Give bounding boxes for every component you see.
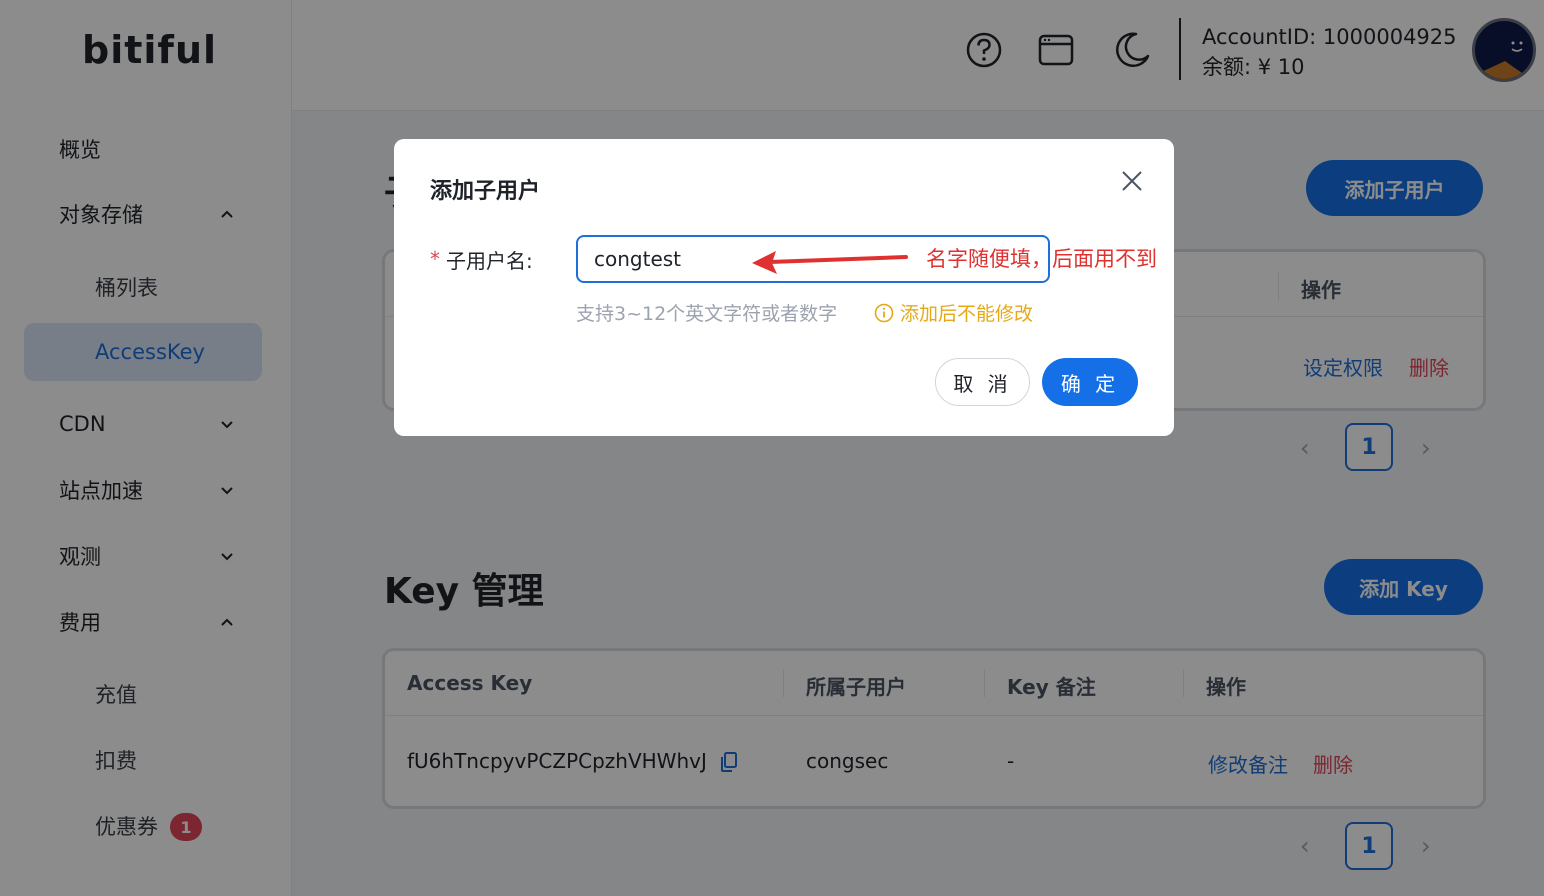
- annotation-arrow: [752, 251, 908, 274]
- warning-text: 添加后不能修改: [900, 303, 1034, 325]
- required-mark: *: [430, 247, 440, 271]
- confirm-button[interactable]: 确 定: [1042, 358, 1138, 406]
- modal-overlay[interactable]: [0, 0, 1544, 896]
- subuser-name-label: 子用户名:: [446, 249, 533, 273]
- input-hint: 支持3~12个英文字符或者数字: [576, 303, 838, 325]
- cancel-button[interactable]: 取 消: [935, 358, 1030, 406]
- info-icon: [874, 303, 894, 322]
- close-icon[interactable]: [1120, 169, 1144, 193]
- annotation-text: 名字随便填，后面用不到: [926, 247, 1157, 271]
- add-subuser-dialog: 添加子用户 * 子用户名: 名字随便填，后面用不到 支持3~12个英文字符或者数…: [394, 139, 1174, 436]
- warning-message: 添加后不能修改: [874, 299, 1033, 326]
- dialog-title: 添加子用户: [430, 179, 541, 204]
